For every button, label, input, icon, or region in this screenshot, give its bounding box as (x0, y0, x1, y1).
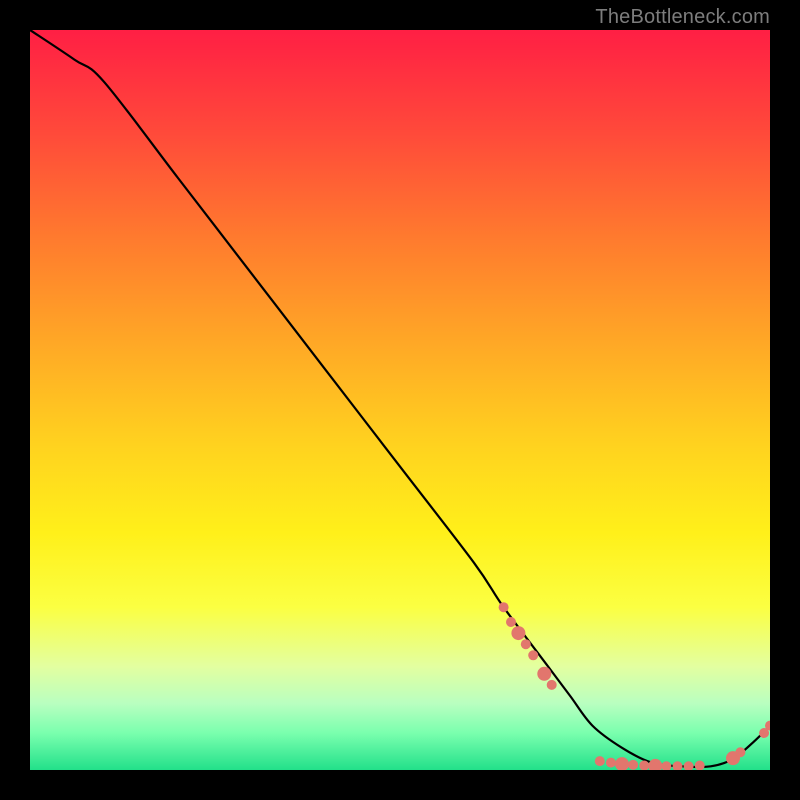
chart-stage: TheBottleneck.com (0, 0, 800, 800)
data-marker (695, 761, 705, 770)
data-marker (606, 758, 616, 768)
data-marker (615, 757, 629, 770)
plot-area (30, 30, 770, 770)
data-marker (511, 626, 525, 640)
bottleneck-curve (30, 30, 770, 767)
data-marker (521, 639, 531, 649)
data-marker (648, 759, 662, 770)
data-marker (506, 617, 516, 627)
data-markers (499, 602, 770, 770)
data-marker (673, 761, 683, 770)
data-marker (735, 747, 745, 757)
curve-svg (30, 30, 770, 770)
data-marker (595, 756, 605, 766)
data-marker (661, 761, 671, 770)
data-marker (684, 761, 694, 770)
data-marker (499, 602, 509, 612)
data-marker (528, 650, 538, 660)
data-marker (547, 680, 557, 690)
data-marker (628, 760, 638, 770)
data-marker (537, 667, 551, 681)
attribution-text: TheBottleneck.com (595, 6, 770, 29)
